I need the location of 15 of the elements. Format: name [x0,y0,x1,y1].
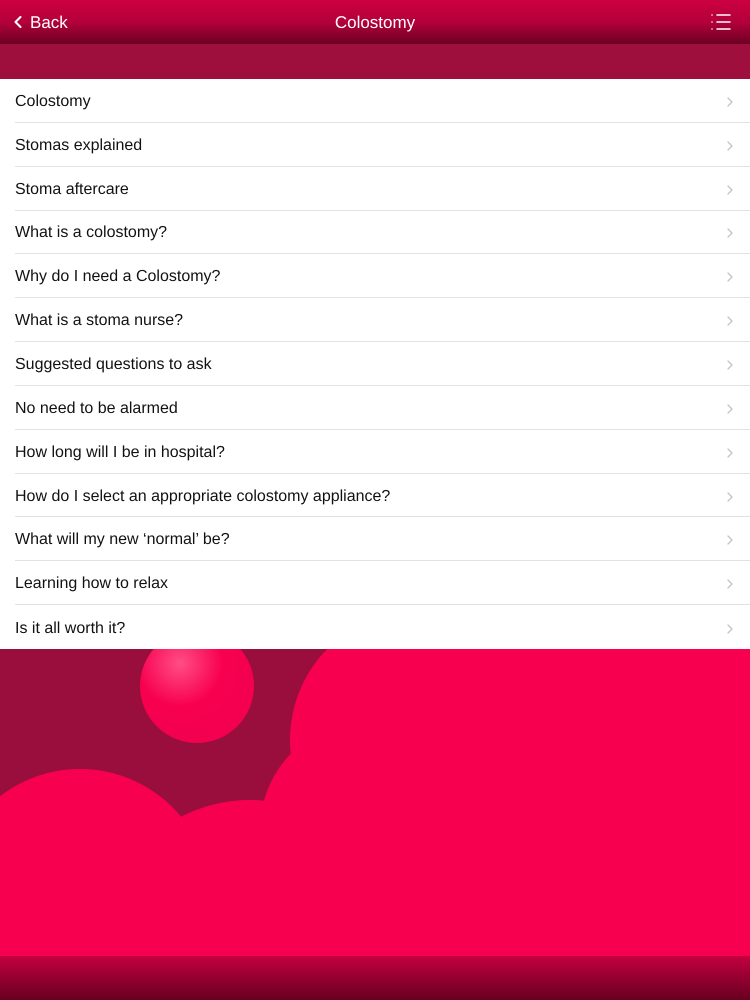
list-item[interactable]: No need to be alarmed [0,386,750,429]
window-title: Colostomy [334,14,416,30]
list-item[interactable]: Suggested questions to ask [0,342,750,385]
list-item[interactable]: Why do I need a Colostomy? [0,254,750,298]
list-item[interactable]: How do I select an appropriate colostomy appliance? [0,474,750,516]
list-item[interactable]: Stomas explained [0,122,750,166]
list-item[interactable]: Stoma aftercare [0,166,750,210]
list-item[interactable]: What is a stoma nurse? [0,298,750,342]
list-item[interactable]: What is a colostomy? [0,210,750,254]
list-item[interactable]: Colostomy [0,79,750,122]
list-item[interactable]: What will my new ‘normal’ be? [0,517,750,560]
list-item[interactable]: Learning how to relax [0,561,750,604]
back-button[interactable]: Back [8,10,68,34]
list-item[interactable]: Is it all worth it? [0,605,750,649]
list-item[interactable]: How long will I be in hospital? [0,430,750,473]
